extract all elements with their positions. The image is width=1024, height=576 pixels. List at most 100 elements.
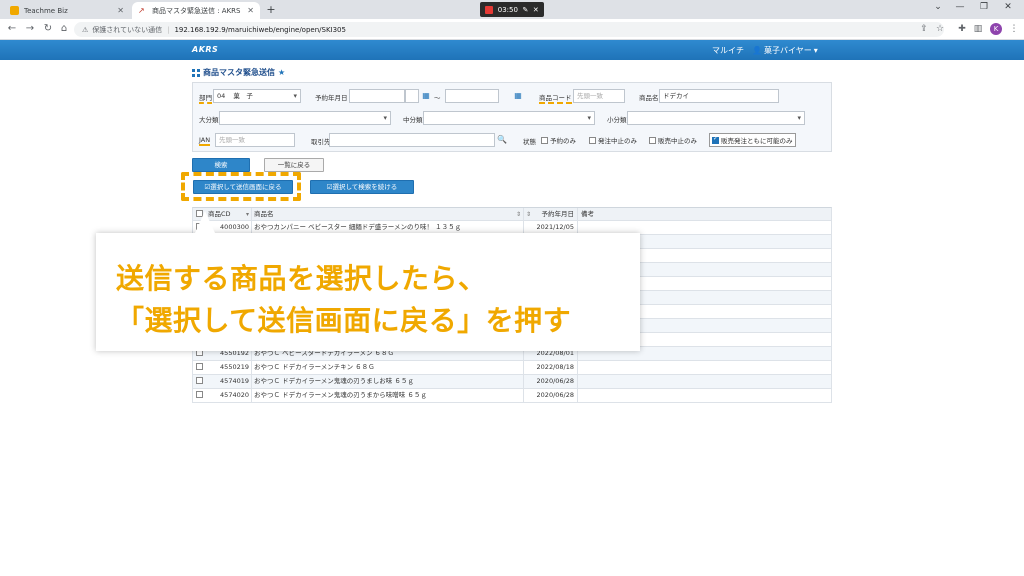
dept-select[interactable]: 04 菓 子 <box>213 89 301 103</box>
back-to-list-button[interactable]: 一覧に戻る <box>264 158 324 172</box>
date-to-input[interactable] <box>445 89 499 103</box>
page-title: 商品マスタ緊急送信 ★ <box>192 67 285 78</box>
browser-tab-bar: Teachme Biz ✕ ↗ 商品マスタ緊急送信 : AKRS ✕ + 03:… <box>0 0 1024 19</box>
window-close-icon[interactable]: ✕ <box>998 2 1018 12</box>
sort-icon: ⇕ <box>515 211 521 218</box>
share-icon[interactable]: ⇪ <box>918 23 930 35</box>
sort-icon: ▾ <box>245 211 249 218</box>
search-button[interactable]: 検索 <box>192 158 250 172</box>
dept-label: 部門 <box>199 94 212 104</box>
cell-name: おやつＣ ドデカイラーメン鬼魂の刃うまから味噌味 ６５ｇ <box>251 389 523 403</box>
profile-avatar[interactable]: K <box>990 23 1002 35</box>
security-status: 保護されていない通信 <box>92 25 163 34</box>
checkbox-checked[interactable] <box>712 135 719 144</box>
date-range-tilde: ～ <box>434 94 441 102</box>
tab-search-chevron-icon[interactable]: ⌄ <box>928 2 948 12</box>
instruction-caption: 送信する商品を選択したら、 「選択して送信画面に戻る」を押す <box>96 211 640 351</box>
row-checkbox[interactable] <box>193 375 207 389</box>
address-bar[interactable]: ⚠ 保護されていない通信 | 192.168.192.9/maruichiweb… <box>74 22 944 37</box>
cell-name: おやつＣ ドデカイラーメン鬼魂の刃うましお味 ６５ｇ <box>251 375 523 389</box>
calendar-icon[interactable]: ▦ <box>513 91 523 101</box>
menu-kebab-icon[interactable]: ⋮ <box>1008 23 1020 35</box>
recorder-close-icon[interactable]: ✕ <box>533 6 539 14</box>
back-arrow-icon[interactable]: ← <box>6 23 18 35</box>
new-tab-button[interactable]: + <box>264 3 278 17</box>
app-header: AKRS マルイチ 👤 菓子バイヤー ▾ <box>0 40 1024 60</box>
state-option-available[interactable]: 販売発注ともに可能のみ <box>709 133 796 147</box>
name-label: 商品名 <box>639 94 659 102</box>
state-option-sale-stopped[interactable]: 販売中止のみ <box>649 135 697 145</box>
chevron-down-icon: ▾ <box>813 46 818 55</box>
jan-input[interactable]: 先頭一致 <box>215 133 295 147</box>
calendar-icon[interactable]: ▦ <box>421 91 431 101</box>
cell-code: 4574019 <box>220 377 249 385</box>
caption-pointer <box>195 211 215 233</box>
org-name: マルイチ <box>712 46 744 55</box>
browser-tab-akrs[interactable]: ↗ 商品マスタ緊急送信 : AKRS ✕ <box>132 2 260 19</box>
state-option-reserved[interactable]: 予約のみ <box>541 135 576 145</box>
search-icon[interactable]: 🔍 <box>497 135 507 145</box>
dept-code: 04 <box>217 92 226 100</box>
cell-name: おやつＣ ドデカイラーメンチキン ６８Ｇ <box>251 361 523 375</box>
page-title-text: 商品マスタ緊急送信 <box>203 68 275 77</box>
warning-icon: ⚠ <box>82 25 89 34</box>
code-input[interactable]: 先頭一致 <box>573 89 625 103</box>
middle-category-label: 中分類 <box>403 116 423 124</box>
major-category-label: 大分類 <box>199 116 219 124</box>
favorite-star-icon[interactable]: ★ <box>278 68 285 77</box>
minor-category-select[interactable] <box>627 111 805 125</box>
major-category-select[interactable] <box>219 111 391 125</box>
extensions-icon[interactable]: ✚ <box>956 23 968 35</box>
name-input[interactable]: ドデカイ <box>659 89 779 103</box>
date-from-input[interactable] <box>349 89 405 103</box>
caption-line-2: 「選択して送信画面に戻る」を押す <box>116 304 572 337</box>
cell-note <box>577 389 831 403</box>
select-and-continue-button[interactable]: ☑選択して検索を続ける <box>310 180 414 194</box>
checkbox[interactable] <box>649 137 656 144</box>
home-icon[interactable]: ⌂ <box>58 23 70 35</box>
state-option-order-stopped[interactable]: 発注中止のみ <box>589 135 637 145</box>
user-menu[interactable]: 👤 菓子バイヤー ▾ <box>752 45 818 56</box>
header-date[interactable]: 予約年月日 ⇕ <box>523 208 577 222</box>
checkbox[interactable] <box>589 137 596 144</box>
date-label: 予約年月日 <box>315 94 348 102</box>
cell-date: 2020/06/28 <box>523 389 577 403</box>
app-logo: AKRS <box>192 45 219 54</box>
restore-icon[interactable]: ❐ <box>974 2 994 12</box>
recorder-edit-icon[interactable]: ✎ <box>522 6 528 14</box>
search-panel: 部門 04 菓 子 予約年月日 ▦ ～ ▦ 商品コード 先頭一致 商品名 ドデカ… <box>192 82 832 152</box>
reload-icon[interactable]: ↻ <box>42 23 54 35</box>
user-icon: 👤 <box>752 46 762 55</box>
cell-code: 4550219 <box>220 363 249 371</box>
table-row[interactable]: 4550219 おやつＣ ドデカイラーメンチキン ６８Ｇ 2022/08/18 <box>192 361 832 375</box>
cell-code: 4574020 <box>220 391 249 399</box>
grid-icon <box>192 68 200 77</box>
table-header-row: 商品CD ▾ 商品名 ⇕ 予約年月日 ⇕ 備考 <box>192 207 832 222</box>
row-checkbox[interactable] <box>193 361 207 375</box>
supplier-input[interactable] <box>329 133 495 147</box>
forward-arrow-icon[interactable]: → <box>24 23 36 35</box>
tab-title: 商品マスタ緊急送信 : AKRS <box>152 6 241 15</box>
dept-name: 菓 子 <box>233 92 253 100</box>
user-name: 菓子バイヤー <box>763 46 812 55</box>
record-stop-icon[interactable] <box>485 5 494 14</box>
side-panel-icon[interactable]: ▥ <box>972 23 984 35</box>
middle-category-select[interactable] <box>423 111 595 125</box>
browser-tab-teachme[interactable]: Teachme Biz ✕ <box>4 2 130 19</box>
recorder-time: 03:50 <box>497 5 518 14</box>
bookmark-star-icon[interactable]: ☆ <box>934 23 946 35</box>
cell-date: 2022/08/18 <box>523 361 577 375</box>
browser-toolbar: ← → ↻ ⌂ ⚠ 保護されていない通信 | 192.168.192.9/mar… <box>0 19 1024 40</box>
tab-close-icon[interactable]: ✕ <box>117 6 124 15</box>
state-label: 状態 <box>523 138 536 146</box>
header-name[interactable]: 商品名 ⇕ <box>251 208 523 222</box>
sort-icon: ⇕ <box>526 211 532 218</box>
checkbox[interactable] <box>541 137 548 144</box>
tab-close-icon[interactable]: ✕ <box>247 6 254 15</box>
table-row[interactable]: 4574020 おやつＣ ドデカイラーメン鬼魂の刃うまから味噌味 ６５ｇ 2020/… <box>192 389 832 403</box>
table-row[interactable]: 4574019 おやつＣ ドデカイラーメン鬼魂の刃うましお味 ６５ｇ 2020/06… <box>192 375 832 389</box>
row-checkbox[interactable] <box>193 389 207 403</box>
minimize-icon[interactable]: — <box>950 2 970 12</box>
akrs-favicon-icon: ↗ <box>138 6 145 15</box>
date-from-extra[interactable] <box>405 89 419 103</box>
